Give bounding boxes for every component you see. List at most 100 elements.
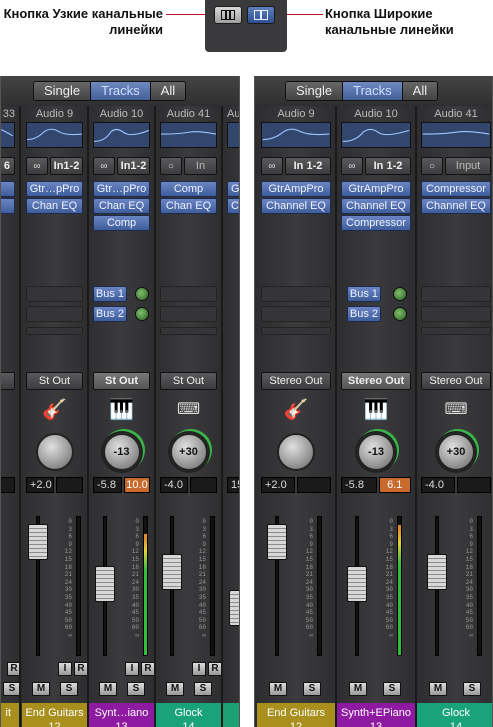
volume-fader[interactable] <box>28 524 48 560</box>
send-slot[interactable] <box>261 286 331 302</box>
pan-knob[interactable]: -13 <box>357 433 395 471</box>
input-slot[interactable]: In <box>184 157 217 175</box>
send-slot[interactable] <box>261 306 331 322</box>
link-icon[interactable]: ∞ <box>26 157 48 175</box>
filter-single-button[interactable]: Single <box>286 82 344 100</box>
mute-button[interactable]: M <box>99 682 117 696</box>
send-slot[interactable] <box>421 327 491 335</box>
record-button[interactable]: R <box>208 662 221 676</box>
plugin-slot[interactable]: Channel EQ <box>341 198 411 214</box>
mute-button[interactable]: M <box>429 682 447 696</box>
link-icon[interactable]: ∞ <box>93 157 115 175</box>
eq-thumbnail[interactable] <box>1 122 15 148</box>
plugin-slot[interactable]: Gtr…pPro <box>93 181 150 197</box>
output-slot[interactable]: St Out <box>26 372 83 390</box>
output-slot[interactable]: Stereo Out <box>341 372 411 390</box>
mute-button[interactable]: M <box>166 682 184 696</box>
mono-icon[interactable]: ○ <box>421 157 443 175</box>
plugin-slot[interactable]: GtrAmpPro <box>341 181 411 197</box>
wide-strips-button[interactable] <box>247 6 275 24</box>
solo-button[interactable]: S <box>3 682 19 696</box>
input-monitor-button[interactable]: I <box>58 662 72 676</box>
send-slot[interactable] <box>26 306 83 322</box>
volume-fader[interactable] <box>229 590 239 626</box>
mono-icon[interactable]: ○ <box>160 157 182 175</box>
plugin-slot[interactable]: G <box>227 181 239 197</box>
eq-thumbnail[interactable] <box>26 122 83 148</box>
plugin-slot[interactable] <box>1 198 15 214</box>
input-slot[interactable]: In1-2 <box>50 157 83 175</box>
filter-all-button[interactable]: All <box>402 82 438 100</box>
plugin-slot[interactable]: Channel EQ <box>421 198 491 214</box>
mute-button[interactable]: M <box>269 682 287 696</box>
input-slot[interactable]: In1-2 <box>117 157 150 175</box>
send-slot[interactable]: Bus 2 <box>347 306 381 322</box>
send-slot[interactable]: Bus 2 <box>93 306 127 322</box>
send-slot[interactable]: Bus 1 <box>93 286 127 302</box>
volume-fader[interactable] <box>267 524 287 560</box>
send-slot[interactable] <box>26 286 83 302</box>
eq-thumbnail[interactable] <box>227 122 239 148</box>
plugin-slot[interactable]: Comp <box>160 181 217 197</box>
record-button[interactable]: R <box>141 662 154 676</box>
send-slot[interactable] <box>160 286 217 302</box>
mute-button[interactable]: M <box>32 682 50 696</box>
input-slot[interactable]: Input <box>445 157 491 175</box>
solo-button[interactable]: S <box>463 682 481 696</box>
plugin-slot[interactable]: Compressor <box>421 181 491 197</box>
send-slot[interactable] <box>160 306 217 322</box>
narrow-strips-button[interactable] <box>214 6 242 24</box>
output-slot[interactable]: St Out <box>93 372 150 390</box>
plugin-slot[interactable]: Chan EQ <box>93 198 150 214</box>
plugin-slot[interactable]: Gtr…pPro <box>26 181 83 197</box>
solo-button[interactable]: S <box>60 682 78 696</box>
plugin-slot[interactable]: Chan EQ <box>160 198 217 214</box>
plugin-slot[interactable]: GtrAmpPro <box>261 181 331 197</box>
filter-all-button[interactable]: All <box>150 82 186 100</box>
pan-knob[interactable] <box>35 433 74 471</box>
eq-thumbnail[interactable] <box>160 122 217 148</box>
send-slot[interactable] <box>160 327 217 335</box>
send-slot[interactable] <box>26 327 83 335</box>
input-slot[interactable]: In 1-2 <box>365 157 411 175</box>
send-level-knob[interactable] <box>393 307 407 321</box>
input-slot[interactable]: 6 <box>1 157 15 175</box>
send-level-knob[interactable] <box>135 287 149 301</box>
solo-button[interactable]: S <box>127 682 145 696</box>
mute-button[interactable]: M <box>349 682 367 696</box>
filter-tracks-button[interactable]: Tracks <box>343 82 403 100</box>
volume-fader[interactable] <box>427 554 447 590</box>
solo-button[interactable]: S <box>303 682 321 696</box>
plugin-slot[interactable] <box>1 181 15 197</box>
input-slot[interactable]: In 1-2 <box>285 157 331 175</box>
record-button[interactable]: R <box>7 662 19 676</box>
eq-thumbnail[interactable] <box>341 122 411 148</box>
output-slot[interactable]: Stereo Out <box>261 372 331 390</box>
eq-thumbnail[interactable] <box>261 122 331 148</box>
link-icon[interactable]: ∞ <box>261 157 283 175</box>
send-level-knob[interactable] <box>135 307 149 321</box>
send-slot[interactable] <box>261 327 331 335</box>
output-slot[interactable]: St Out <box>160 372 217 390</box>
filter-single-button[interactable]: Single <box>34 82 92 100</box>
send-slot[interactable] <box>421 306 491 322</box>
plugin-slot[interactable]: Channel EQ <box>261 198 331 214</box>
send-slot[interactable]: Bus 1 <box>347 286 381 302</box>
plugin-slot[interactable]: Comp <box>93 215 150 231</box>
send-level-knob[interactable] <box>393 287 407 301</box>
send-slot[interactable] <box>421 286 491 302</box>
link-icon[interactable]: ∞ <box>341 157 363 175</box>
record-button[interactable]: R <box>74 662 87 676</box>
plugin-slot[interactable]: Compressor <box>341 215 411 231</box>
pan-knob[interactable] <box>277 433 315 471</box>
input-monitor-button[interactable]: I <box>125 662 139 676</box>
volume-fader[interactable] <box>347 566 367 602</box>
volume-fader[interactable] <box>162 554 182 590</box>
volume-fader[interactable] <box>95 566 115 602</box>
eq-thumbnail[interactable] <box>421 122 491 148</box>
plugin-slot[interactable]: Chan EQ <box>26 198 83 214</box>
eq-thumbnail[interactable] <box>93 122 150 148</box>
output-slot[interactable] <box>1 372 15 390</box>
pan-knob[interactable]: +30 <box>169 433 208 471</box>
pan-knob[interactable]: -13 <box>102 433 141 471</box>
